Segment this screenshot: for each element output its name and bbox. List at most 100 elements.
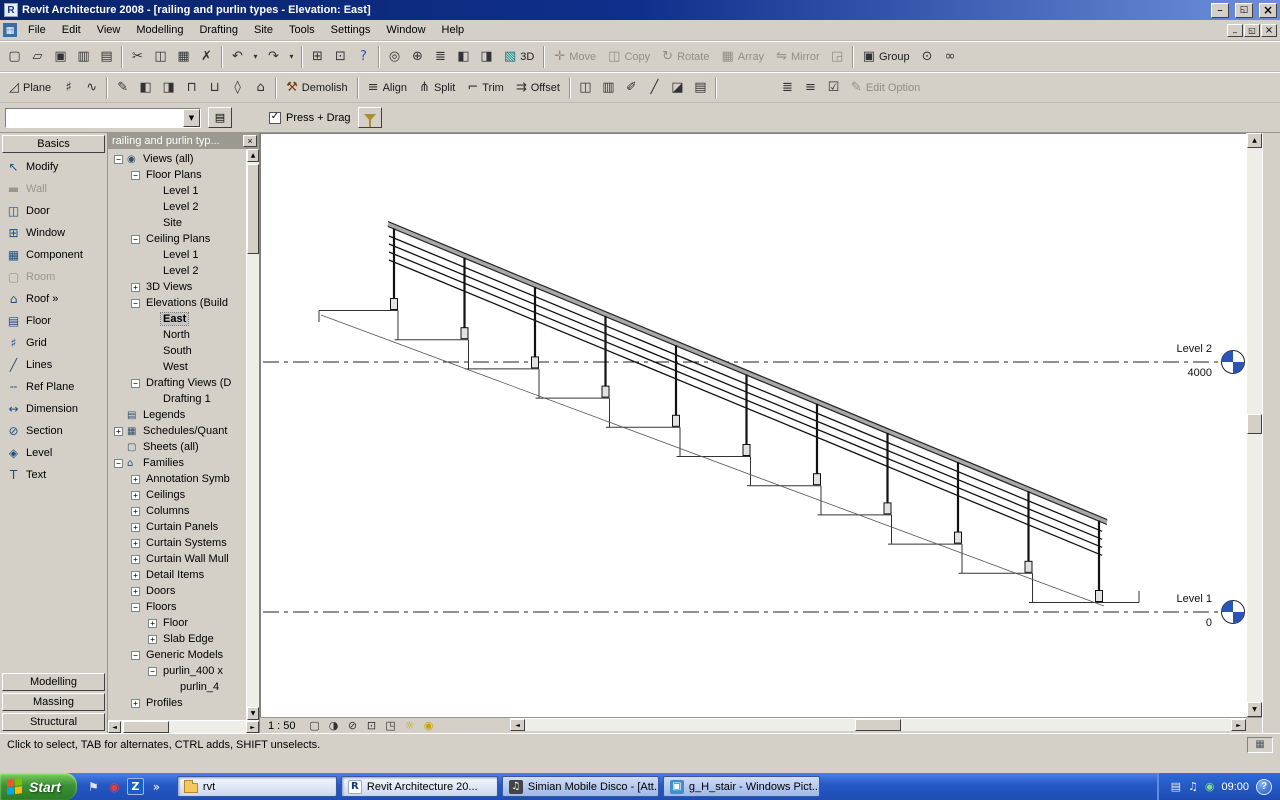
menu-window[interactable]: Window <box>378 21 433 39</box>
scroll-up-icon[interactable]: ▲ <box>247 149 259 162</box>
tool-undo-dropdown-button[interactable]: ▾ <box>249 45 262 69</box>
designbar-item-door[interactable]: ◫Door <box>2 200 105 222</box>
tool-save-all-button[interactable]: ▥ <box>72 45 95 69</box>
collapse-toggle[interactable]: − <box>114 155 123 164</box>
tree-item-schedules-quant[interactable]: +▦Schedules/Quant <box>108 423 246 439</box>
canvas-hscroll-thumb[interactable] <box>855 719 901 731</box>
tree-item-floor[interactable]: +Floor <box>108 615 246 631</box>
expand-toggle[interactable]: + <box>131 523 140 532</box>
collapse-toggle[interactable]: − <box>131 171 140 180</box>
tree-item-drafting-1[interactable]: Drafting 1 <box>108 391 246 407</box>
tool-help-button[interactable]: ? <box>352 45 375 69</box>
tree-item-generic-models[interactable]: −Generic Models <box>108 647 246 663</box>
menu-site[interactable]: Site <box>246 21 281 39</box>
expand-toggle[interactable]: + <box>131 555 140 564</box>
canvas-hscroll-track[interactable] <box>525 719 1231 731</box>
viewbar-detail-level-button[interactable]: ⊘ <box>345 719 361 732</box>
expand-toggle[interactable]: + <box>131 587 140 596</box>
expand-toggle[interactable]: + <box>131 475 140 484</box>
tray-volume-icon[interactable]: ♫ <box>1188 780 1198 793</box>
collapse-toggle[interactable]: − <box>131 235 140 244</box>
tree-item-3d-views[interactable]: +3D Views <box>108 279 246 295</box>
tree-item-purlin-4[interactable]: purlin_4 <box>108 679 246 695</box>
collapse-toggle[interactable]: − <box>114 459 123 468</box>
tree-item-slab-edge[interactable]: +Slab Edge <box>108 631 246 647</box>
tool-link-button[interactable]: ∞ <box>939 45 962 69</box>
designbar-item-lines[interactable]: ╱Lines <box>2 354 105 376</box>
restore-button[interactable] <box>1235 3 1253 18</box>
viewbar-bulb-button[interactable]: ◉ <box>421 719 437 732</box>
tool-new-button[interactable]: ▢ <box>3 45 26 69</box>
canvas-scroll-down-icon[interactable]: ▼ <box>1247 702 1262 717</box>
tree-item-detail-items[interactable]: +Detail Items <box>108 567 246 583</box>
canvas-vertical-scrollbar[interactable]: ▲ ▼ <box>1246 133 1262 717</box>
menu-modelling[interactable]: Modelling <box>128 21 191 39</box>
browser-hscroll-thumb[interactable] <box>123 721 169 733</box>
menu-settings[interactable]: Settings <box>323 21 379 39</box>
collapse-toggle[interactable]: − <box>131 299 140 308</box>
designbar-item-level[interactable]: ◈Level <box>2 442 105 464</box>
tree-item-east[interactable]: East <box>108 311 246 327</box>
tool-demolish-button[interactable]: ⚒Demolish <box>280 76 354 100</box>
tool-copy-button[interactable]: ◫ <box>149 45 172 69</box>
minimize-button[interactable] <box>1211 3 1229 18</box>
collapse-toggle[interactable]: − <box>131 603 140 612</box>
scale-indicator[interactable]: 1 : 50 <box>268 720 296 732</box>
expand-toggle[interactable]: + <box>131 283 140 292</box>
expand-toggle[interactable]: + <box>131 539 140 548</box>
tool-sort-list-2-button[interactable]: ≡ <box>799 76 822 100</box>
tool-paste-button[interactable]: ▦ <box>172 45 195 69</box>
tool-group-button[interactable]: ▣Group <box>857 45 916 69</box>
close-button[interactable] <box>1259 3 1277 18</box>
tool-paste-aligned-button[interactable]: ▥ <box>597 76 620 100</box>
tool-undo-button[interactable]: ↶ <box>226 45 249 69</box>
tool-paint-button[interactable]: ◪ <box>666 76 689 100</box>
tree-item-north[interactable]: North <box>108 327 246 343</box>
menu-view[interactable]: View <box>89 21 129 39</box>
filter-button[interactable] <box>358 107 382 128</box>
tool-cut-button[interactable]: ✂ <box>126 45 149 69</box>
menu-drafting[interactable]: Drafting <box>191 21 246 39</box>
tool-trim-button[interactable]: ⌐Trim <box>461 76 510 100</box>
tree-item-level-1[interactable]: Level 1 <box>108 183 246 199</box>
tool-pencil-button[interactable]: ✎ <box>111 76 134 100</box>
scroll-down-icon[interactable]: ▼ <box>247 707 259 720</box>
start-button[interactable]: Start <box>0 773 77 800</box>
tree-item-site[interactable]: Site <box>108 215 246 231</box>
press-drag-checkbox[interactable] <box>269 112 281 124</box>
tree-item-floor-plans[interactable]: −Floor Plans <box>108 167 246 183</box>
tool-delete-button[interactable]: ✗ <box>195 45 218 69</box>
tool-zoom-button[interactable]: ⊕ <box>406 45 429 69</box>
tree-item-west[interactable]: West <box>108 359 246 375</box>
expand-toggle[interactable]: + <box>114 427 123 436</box>
viewbar-shade-button[interactable]: ◑ <box>326 719 342 732</box>
tool-design-options-button[interactable]: ⊡ <box>329 45 352 69</box>
collapse-toggle[interactable]: − <box>131 651 140 660</box>
tree-item-drafting-views-d[interactable]: −Drafting Views (D <box>108 375 246 391</box>
expand-toggle[interactable]: + <box>148 635 157 644</box>
tool-worksets-button[interactable]: ⊞ <box>306 45 329 69</box>
canvas-scroll-up-icon[interactable]: ▲ <box>1247 133 1262 148</box>
browser-vscroll-track[interactable] <box>247 162 259 707</box>
quick-launch-red-launcher-icon[interactable]: ◉ <box>106 778 123 795</box>
browser-vertical-scrollbar[interactable]: ▲ ▼ <box>246 149 259 720</box>
taskbar-task-g-h-stair-windows-pict[interactable]: ▣g_H_stair - Windows Pict... <box>663 776 820 797</box>
tree-item-columns[interactable]: +Columns <box>108 503 246 519</box>
expand-toggle[interactable]: + <box>131 491 140 500</box>
mdi-close-button[interactable] <box>1261 24 1277 37</box>
tree-item-ceiling-plans[interactable]: −Ceiling Plans <box>108 231 246 247</box>
tool-detail-button[interactable]: ◊ <box>226 76 249 100</box>
taskbar-task-revit-architecture-20[interactable]: RRevit Architecture 20... <box>341 776 498 797</box>
tray-status-icon[interactable]: ◉ <box>1205 780 1215 793</box>
tree-item-elevations-build[interactable]: −Elevations (Build <box>108 295 246 311</box>
tool-sort-list-button[interactable]: ≣ <box>776 76 799 100</box>
tree-item-curtain-panels[interactable]: +Curtain Panels <box>108 519 246 535</box>
expand-toggle[interactable]: + <box>148 619 157 628</box>
taskbar-task-rvt-folder[interactable]: rvt <box>177 776 337 797</box>
taskbar-task-simian-mobile-disco-att[interactable]: ♫Simian Mobile Disco - [Att... <box>502 776 659 797</box>
tool-linework-button[interactable]: ╱ <box>643 76 666 100</box>
canvas-scroll-left-icon[interactable]: ◄ <box>510 719 525 731</box>
browser-close-icon[interactable]: × <box>243 135 257 147</box>
tool-plane-button[interactable]: ◿Plane <box>3 76 57 100</box>
design-bar-header-basics[interactable]: Basics <box>2 135 105 153</box>
